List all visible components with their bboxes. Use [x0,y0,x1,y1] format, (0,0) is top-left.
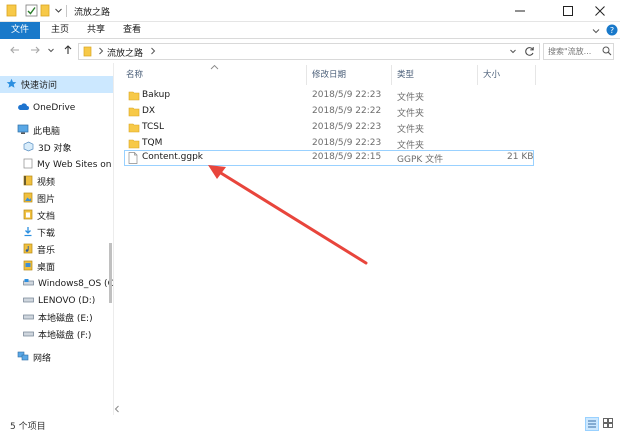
navigation-pane: 快速访问 OneDrive 此电脑 3D 对象 My Web Sites on … [0,63,114,415]
download-icon [23,226,33,240]
minimize-button[interactable] [500,0,540,22]
back-arrow-icon[interactable] [9,44,21,59]
sidebar-item-my-web-sites[interactable]: My Web Sites on I [0,156,113,173]
up-arrow-icon[interactable] [62,44,74,59]
ribbon-tabs: 文件 主页 共享 查看 ? [0,22,620,39]
tab-share[interactable]: 共享 [80,22,112,39]
tab-home[interactable]: 主页 [44,22,76,39]
minimize-icon [515,10,525,12]
drive-icon [23,312,34,324]
status-bar: 5 个项目 [0,415,620,434]
network-icon [17,351,29,365]
sidebar-item-network[interactable]: 网络 [0,349,113,366]
large-icons-view-icon [603,418,613,428]
cloud-icon [17,102,29,114]
navigation-bar: 流放之路 [0,39,620,63]
window-title: 流放之路 [74,8,111,18]
sidebar-scrollbar-thumb[interactable] [109,243,112,303]
recent-locations-chevron-down-icon[interactable] [47,46,55,57]
sidebar-item-label: 3D 对象 [38,144,72,154]
sidebar-item-documents[interactable]: 文档 [0,207,113,224]
ribbon-expand-chevron-down-icon[interactable] [591,26,601,39]
scroll-left-chevron-icon[interactable] [114,405,120,413]
item-count: 5 个项目 [10,422,46,432]
drive-icon [23,278,34,290]
drive-icon [23,329,34,341]
sidebar-item-label: 下载 [37,229,56,239]
tab-file[interactable]: 文件 [0,22,40,39]
breadcrumb-chevron-icon[interactable] [97,46,105,59]
sidebar-item-label: Windows8_OS (C:) [38,278,113,289]
document-icon [23,209,33,223]
sidebar-item-label: OneDrive [33,102,76,113]
annotation-arrow-icon [208,165,368,265]
help-icon[interactable]: ? [606,24,618,39]
tab-view[interactable]: 查看 [116,22,148,39]
address-bar[interactable]: 流放之路 [78,43,540,60]
sidebar-item-drive-f[interactable]: 本地磁盘 (F:) [0,326,113,343]
title-bar: 流放之路 [0,0,620,22]
sidebar-item-label: 此电脑 [33,127,61,137]
sidebar-item-music[interactable]: 音乐 [0,241,113,258]
search-box[interactable] [543,43,614,60]
sidebar-item-downloads[interactable]: 下载 [0,224,113,241]
sidebar-item-drive-e[interactable]: 本地磁盘 (E:) [0,309,113,326]
picture-icon [23,192,33,206]
folder-icon [83,46,93,60]
sidebar-item-drive-c[interactable]: Windows8_OS (C:) [0,275,113,292]
file-list-pane: 名称 修改日期 类型 大小 Bakup 2018/5/9 22:23 文件夹 D… [114,63,620,415]
sidebar-item-label: 网络 [33,354,52,364]
music-icon [23,243,33,257]
search-icon[interactable] [602,46,612,59]
refresh-icon[interactable] [524,46,535,60]
search-input[interactable] [544,44,600,59]
svg-text:?: ? [610,26,614,35]
folder-icon [6,4,18,18]
sidebar-item-this-pc[interactable]: 此电脑 [0,122,113,139]
sidebar-item-onedrive[interactable]: OneDrive [0,99,113,116]
properties-checkmark-icon[interactable] [25,4,38,18]
sidebar-item-label: LENOVO (D:) [38,295,96,306]
video-icon [23,175,33,189]
star-icon [6,78,17,92]
maximize-icon [563,6,573,16]
desktop-icon [23,260,33,274]
drive-icon [23,295,34,307]
sidebar-item-label: 图片 [37,195,56,205]
customize-quick-access-dropdown-icon[interactable] [54,6,63,20]
sidebar-item-label: My Web Sites on I [37,159,113,170]
sidebar-item-pictures[interactable]: 图片 [0,190,113,207]
large-icons-view-button[interactable] [602,417,616,431]
sidebar-item-label: 本地磁盘 (F:) [38,331,92,341]
breadcrumb-current-folder[interactable]: 流放之路 [107,46,143,59]
close-button[interactable] [580,0,620,22]
sidebar-item-label: 桌面 [37,263,56,273]
sidebar-item-label: 本地磁盘 (E:) [38,314,93,324]
close-icon [595,6,605,16]
sidebar-item-videos[interactable]: 视频 [0,173,113,190]
web-icon [23,158,33,172]
details-view-icon [588,420,596,428]
sidebar-item-desktop[interactable]: 桌面 [0,258,113,275]
new-folder-icon[interactable] [40,4,51,18]
forward-arrow-icon[interactable] [29,44,41,59]
breadcrumb-chevron-icon[interactable] [149,46,157,59]
details-view-button[interactable] [585,417,599,431]
title-separator [66,5,67,17]
sidebar-item-label: 音乐 [37,246,56,256]
sidebar-item-label: 文档 [37,212,56,222]
cube-icon [23,141,34,155]
sidebar-item-3d-objects[interactable]: 3D 对象 [0,139,113,156]
sidebar-item-quick-access[interactable]: 快速访问 [0,76,113,93]
sidebar-item-label: 视频 [37,178,56,188]
sidebar-item-drive-d[interactable]: LENOVO (D:) [0,292,113,309]
address-dropdown-chevron-down-icon[interactable] [509,47,517,58]
computer-icon [17,124,29,138]
sidebar-item-label: 快速访问 [21,81,58,91]
